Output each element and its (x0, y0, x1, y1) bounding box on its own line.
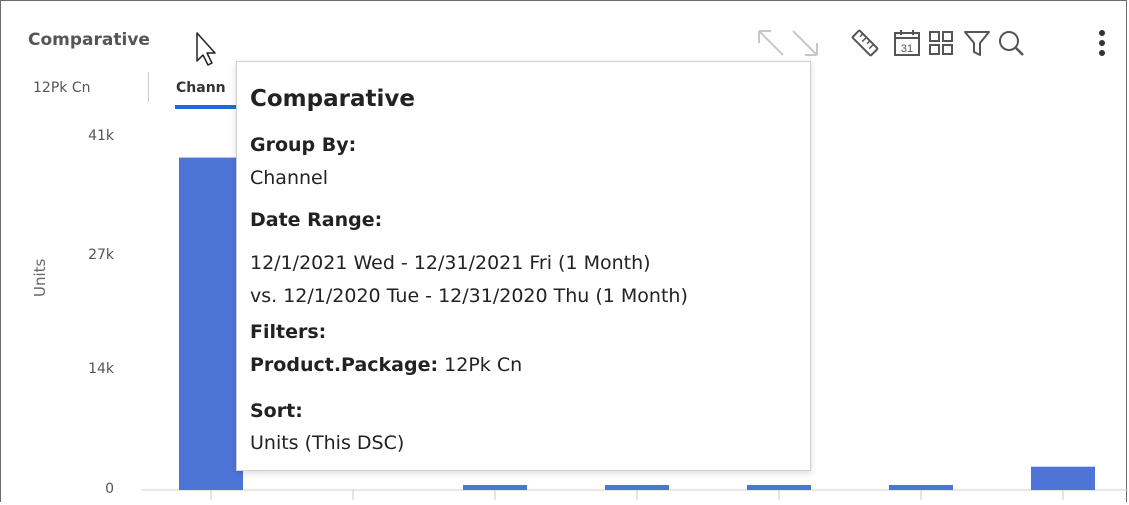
chart-bar[interactable] (889, 485, 953, 490)
date-range-label: Date Range: (250, 209, 383, 231)
chart-bar[interactable] (747, 485, 811, 490)
filter-entry: Product.Package: 12Pk Cn (250, 354, 522, 376)
sort-value: Units (This DSC) (250, 432, 405, 454)
chart-bar[interactable] (1031, 466, 1095, 490)
group-by-label: Group By: (250, 134, 357, 156)
chart-bar[interactable] (179, 157, 243, 490)
date-range-comparison: vs. 12/1/2020 Tue - 12/31/2020 Thu (1 Mo… (250, 285, 688, 307)
filter-value: 12Pk Cn (444, 354, 523, 376)
chart-info-tooltip: Comparative Group By: Channel Date Range… (236, 61, 811, 471)
sort-label: Sort: (250, 400, 303, 422)
chart-bar[interactable] (605, 485, 669, 490)
filter-key: Product.Package: (250, 354, 439, 376)
date-range-current: 12/1/2021 Wed - 12/31/2021 Fri (1 Month) (250, 252, 651, 274)
group-by-value: Channel (250, 167, 329, 189)
filters-label: Filters: (250, 321, 327, 343)
chart-widget-panel: Comparative 31 12Pk Cn Chann 41k 27k 14k… (0, 0, 1128, 502)
tooltip-title: Comparative (250, 86, 415, 112)
chart-bar[interactable] (463, 485, 527, 490)
